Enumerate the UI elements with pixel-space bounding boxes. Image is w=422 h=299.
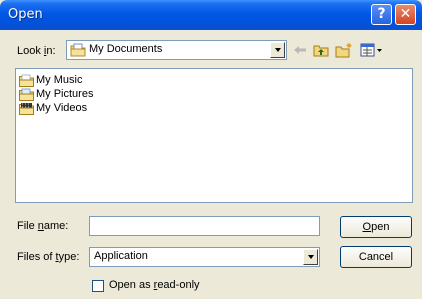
help-icon: ? (377, 6, 386, 22)
read-only-checkbox[interactable] (92, 280, 104, 292)
list-item[interactable]: My Videos (19, 101, 87, 115)
chevron-down-icon[interactable] (270, 42, 285, 58)
pictures-folder-icon (19, 88, 34, 101)
read-only-label: Open as read-only (109, 279, 200, 291)
look-in-label: Look in: (17, 45, 56, 57)
file-name-field[interactable] (89, 216, 320, 236)
my-documents-icon (70, 43, 86, 60)
file-name: My Videos (36, 102, 88, 114)
file-name-label: File name: (17, 220, 69, 232)
files-of-type-dropdown[interactable]: Application (89, 247, 320, 267)
look-in-value: My Documents (89, 43, 163, 55)
music-folder-icon (19, 74, 34, 87)
title-bar[interactable]: Open ? ✕ (0, 0, 422, 30)
up-one-level-icon[interactable] (313, 42, 329, 58)
close-icon: ✕ (399, 6, 412, 22)
videos-folder-icon (19, 102, 34, 115)
file-name: My Pictures (36, 88, 94, 100)
file-list[interactable]: My Music My Pictures My Videos (15, 68, 413, 203)
list-item[interactable]: My Pictures (19, 87, 93, 101)
new-folder-icon[interactable] (335, 42, 353, 58)
cancel-button[interactable]: Cancel (340, 246, 412, 268)
window-title: Open (8, 7, 43, 22)
files-of-type-value: Application (94, 250, 148, 262)
chevron-down-icon[interactable] (303, 249, 318, 265)
file-name: My Music (36, 74, 83, 86)
help-button[interactable]: ? (371, 4, 392, 25)
open-button[interactable]: Open (340, 216, 412, 238)
open-dialog: Open ? ✕ Look in: My Documents My Music … (0, 0, 422, 299)
files-of-type-label: Files of type: (17, 251, 80, 263)
close-button[interactable]: ✕ (395, 4, 416, 25)
list-item[interactable]: My Music (19, 73, 82, 87)
back-arrow-icon[interactable] (293, 42, 307, 58)
look-in-dropdown[interactable]: My Documents (66, 40, 287, 60)
view-menu-icon[interactable] (360, 42, 384, 58)
